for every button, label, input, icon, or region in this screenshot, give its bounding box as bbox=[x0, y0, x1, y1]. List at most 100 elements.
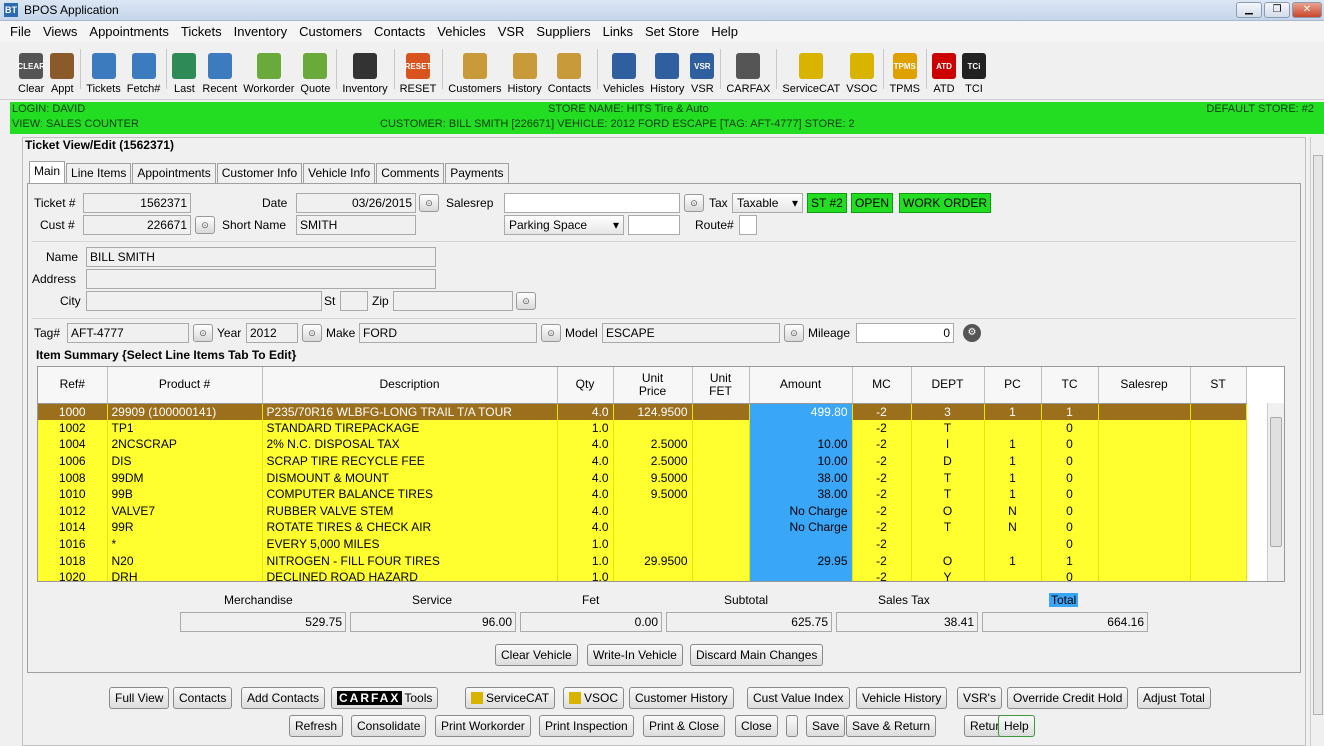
window-scroll-thumb[interactable] bbox=[1313, 155, 1323, 715]
menu-item-customers[interactable]: Customers bbox=[293, 24, 368, 39]
bottom-vehicle-history-button[interactable]: Vehicle History bbox=[856, 687, 948, 709]
address-field[interactable] bbox=[86, 269, 436, 289]
toolbar-workorder-button[interactable]: Workorder bbox=[243, 43, 294, 95]
column-header[interactable]: MC bbox=[852, 367, 912, 404]
menu-item-vsr[interactable]: VSR bbox=[492, 24, 531, 39]
menu-item-appointments[interactable]: Appointments bbox=[83, 24, 175, 39]
write-in-vehicle-button[interactable]: Write-In Vehicle bbox=[587, 644, 683, 666]
grid-scrollbar[interactable] bbox=[1267, 403, 1284, 581]
maximize-icon[interactable]: ❐ bbox=[1264, 2, 1290, 18]
toolbar-tci-button[interactable]: TCi TCI bbox=[962, 43, 986, 95]
bottom-help-button[interactable]: Help bbox=[998, 715, 1035, 737]
bottom-adjust-total-button[interactable]: Adjust Total bbox=[1137, 687, 1211, 709]
tab-customer-info[interactable]: Customer Info bbox=[216, 163, 303, 183]
toolbar-inventory-button[interactable]: Inventory bbox=[342, 43, 388, 95]
column-header[interactable]: DEPT bbox=[911, 367, 985, 404]
bottom-refresh-button[interactable]: Refresh bbox=[289, 715, 344, 737]
table-row[interactable]: 1008 99DM DISMOUNT & MOUNT 4.0 9.5000 38.00 -2… bbox=[38, 469, 1247, 486]
bottom-save-button[interactable]: Save bbox=[806, 715, 846, 737]
tag-field[interactable]: AFT-4777 bbox=[67, 323, 189, 343]
make-field[interactable]: FORD bbox=[359, 323, 537, 343]
column-header[interactable]: Ref# bbox=[38, 367, 108, 404]
table-row[interactable]: 1010 99B COMPUTER BALANCE TIRES 4.0 9.5000 38… bbox=[38, 485, 1247, 503]
toolbar-recent-button[interactable]: Recent bbox=[202, 43, 237, 95]
column-header[interactable]: Amount bbox=[749, 367, 853, 404]
toolbar-history-button[interactable]: History bbox=[507, 43, 542, 95]
discard-main-changes-button[interactable]: Discard Main Changes bbox=[690, 644, 824, 666]
toolbar-contacts-button[interactable]: Contacts bbox=[548, 43, 591, 95]
column-header[interactable]: Qty bbox=[557, 367, 614, 404]
toolbar-carfax-button[interactable]: CARFAX bbox=[726, 43, 770, 95]
tab-main[interactable]: Main bbox=[29, 161, 66, 183]
column-header[interactable]: TC bbox=[1041, 367, 1099, 404]
year-field[interactable]: 2012 bbox=[246, 323, 298, 343]
menu-item-views[interactable]: Views bbox=[37, 24, 83, 39]
model-field[interactable]: ESCAPE bbox=[602, 323, 780, 343]
salesrep-lookup-icon[interactable]: ⊙ bbox=[684, 194, 704, 212]
tax-select[interactable]: Taxable bbox=[732, 193, 803, 213]
tab-vehicle-info[interactable]: Vehicle Info bbox=[303, 163, 376, 183]
parking-select[interactable]: Parking Space bbox=[504, 215, 624, 235]
menu-item-help[interactable]: Help bbox=[705, 24, 744, 39]
tab-line-items[interactable]: Line Items bbox=[66, 163, 132, 183]
mileage-action-icon[interactable]: ⚙ bbox=[963, 324, 981, 342]
menu-item-file[interactable]: File bbox=[4, 24, 37, 39]
city-field[interactable] bbox=[86, 291, 322, 311]
table-row[interactable]: 1018 N20 NITROGEN - FILL FOUR TIRES 1.0 29.9… bbox=[38, 552, 1247, 569]
column-header[interactable]: PC bbox=[984, 367, 1042, 404]
date-lookup-icon[interactable]: ⊙ bbox=[419, 194, 439, 212]
minimize-icon[interactable]: ▁ bbox=[1236, 2, 1262, 18]
name-field[interactable]: BILL SMITH bbox=[86, 247, 436, 267]
toolbar-last-button[interactable]: Last bbox=[172, 43, 197, 95]
toolbar-servicecat-button[interactable]: ServiceCAT bbox=[782, 43, 840, 95]
column-header[interactable]: Description bbox=[262, 367, 558, 404]
menu-item-vehicles[interactable]: Vehicles bbox=[431, 24, 491, 39]
window-scrollbar[interactable] bbox=[1310, 137, 1324, 746]
table-row[interactable]: 1004 2NCSCRAP 2% N.C. DISPOSAL TAX 4.0 2.500… bbox=[38, 436, 1247, 453]
bottom-save-return-button[interactable]: Save & Return bbox=[846, 715, 937, 737]
column-header[interactable]: Unit Price bbox=[613, 367, 693, 404]
clear-vehicle-button[interactable]: Clear Vehicle bbox=[495, 644, 578, 666]
parking-field[interactable] bbox=[628, 215, 680, 235]
cust-lookup-icon[interactable]: ⊙ bbox=[195, 216, 215, 234]
table-row[interactable]: 1000 29909 (100000141) P235/70R16 WLBFG-LO… bbox=[38, 403, 1247, 420]
bottom-print-workorder-button[interactable]: Print Workorder bbox=[435, 715, 531, 737]
toolbar-atd-button[interactable]: ATD ATD bbox=[932, 43, 956, 95]
make-lookup-icon[interactable]: ⊙ bbox=[541, 324, 561, 342]
menu-item-set-store[interactable]: Set Store bbox=[639, 24, 705, 39]
close-icon[interactable]: ✕ bbox=[1292, 2, 1322, 18]
model-lookup-icon[interactable]: ⊙ bbox=[784, 324, 804, 342]
bottom-blank-button[interactable] bbox=[786, 715, 798, 737]
short-name-field[interactable]: SMITH bbox=[296, 215, 416, 235]
route-field[interactable] bbox=[739, 215, 757, 235]
toolbar-fetch--button[interactable]: Fetch# bbox=[127, 43, 160, 95]
tag-lookup-icon[interactable]: ⊙ bbox=[193, 324, 213, 342]
cust-field[interactable]: 226671 bbox=[83, 215, 191, 235]
bottom-customer-history-button[interactable]: Customer History bbox=[629, 687, 734, 709]
toolbar-reset-button[interactable]: RESET RESET bbox=[400, 43, 436, 95]
zip-field[interactable] bbox=[393, 291, 513, 311]
date-field[interactable]: 03/26/2015 bbox=[296, 193, 416, 213]
bottom-full-view-button[interactable]: Full View bbox=[109, 687, 170, 709]
toolbar-vsoc-button[interactable]: VSOC bbox=[846, 43, 877, 95]
toolbar-customers-button[interactable]: Customers bbox=[448, 43, 501, 95]
toolbar-clear-button[interactable]: CLEAR Clear bbox=[17, 43, 45, 95]
salesrep-field[interactable] bbox=[504, 193, 680, 213]
zip-lookup-icon[interactable]: ⊙ bbox=[516, 292, 536, 310]
bottom-close-button[interactable]: Close bbox=[735, 715, 778, 737]
toolbar-history-button[interactable]: History bbox=[650, 43, 684, 95]
bottom-print-close-button[interactable]: Print & Close bbox=[643, 715, 726, 737]
table-row[interactable]: 1016 * EVERY 5,000 MILES 1.0 -2 0 bbox=[38, 535, 1247, 553]
menu-item-suppliers[interactable]: Suppliers bbox=[530, 24, 596, 39]
table-row[interactable]: 1012 VALVE7 RUBBER VALVE STEM 4.0 No Charge -… bbox=[38, 502, 1247, 520]
grid-scroll-thumb[interactable] bbox=[1270, 417, 1282, 547]
tab-appointments[interactable]: Appointments bbox=[132, 163, 216, 183]
table-row[interactable]: 1006 DIS SCRAP TIRE RECYCLE FEE 4.0 2.5000 10… bbox=[38, 452, 1247, 470]
toolbar-vsr-button[interactable]: VSR VSR bbox=[690, 43, 715, 95]
ticket-field[interactable]: 1562371 bbox=[83, 193, 191, 213]
column-header[interactable]: Salesrep bbox=[1098, 367, 1191, 404]
bottom-add-contacts-button[interactable]: Add Contacts bbox=[241, 687, 326, 709]
st-field[interactable] bbox=[340, 291, 368, 311]
toolbar-quote-button[interactable]: Quote bbox=[300, 43, 330, 95]
toolbar-tpms-button[interactable]: TPMS TPMS bbox=[889, 43, 920, 95]
